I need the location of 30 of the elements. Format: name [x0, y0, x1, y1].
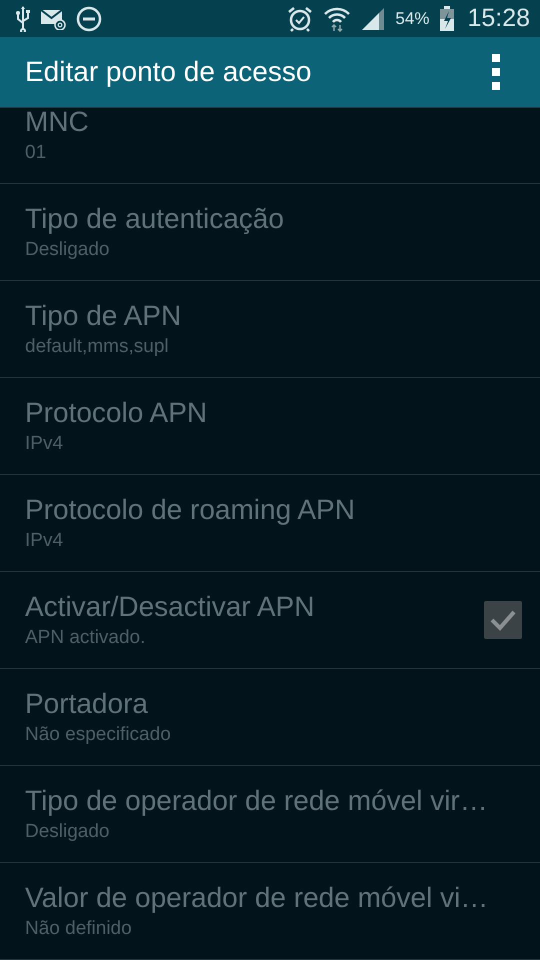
setting-title: Activar/Desactivar APN [25, 591, 316, 623]
battery-charging-icon [439, 6, 456, 32]
setting-summary: APN activado. [25, 627, 146, 649]
setting-summary: Não definido [25, 918, 133, 940]
screen-title: Editar ponto de acesso [25, 56, 312, 88]
more-options-icon [491, 53, 501, 91]
usb-icon [16, 6, 30, 32]
setting-summary: default,mms,supl [25, 336, 170, 358]
setting-summary: IPv4 [25, 530, 64, 552]
do-not-disturb-icon [76, 6, 102, 32]
clock: 15:28 [467, 4, 530, 33]
setting-summary: Desligado [25, 821, 110, 843]
setting-summary: IPv4 [25, 433, 64, 455]
setting-title: Tipo de operador de rede móvel vir… [25, 785, 489, 817]
setting-title: Protocolo APN [25, 397, 208, 429]
setting-summary: Desligado [25, 239, 110, 261]
setting-title: Tipo de APN [25, 300, 182, 332]
signal-icon [361, 6, 386, 30]
setting-title: Tipo de autenticação [25, 203, 285, 235]
email-icon [40, 8, 66, 30]
battery-percentage: 54% [395, 8, 430, 28]
checkmark-icon [489, 609, 517, 631]
setting-summary: Não especificado [25, 724, 172, 746]
alarm-icon [287, 6, 314, 32]
setting-summary: 01 [25, 142, 48, 164]
setting-title: Valor de operador de rede móvel vi… [25, 882, 490, 914]
setting-title: Portadora [25, 688, 149, 720]
wifi-icon [323, 6, 352, 32]
setting-title: Protocolo de roaming APN [25, 494, 356, 526]
setting-title: MNC [25, 108, 90, 138]
